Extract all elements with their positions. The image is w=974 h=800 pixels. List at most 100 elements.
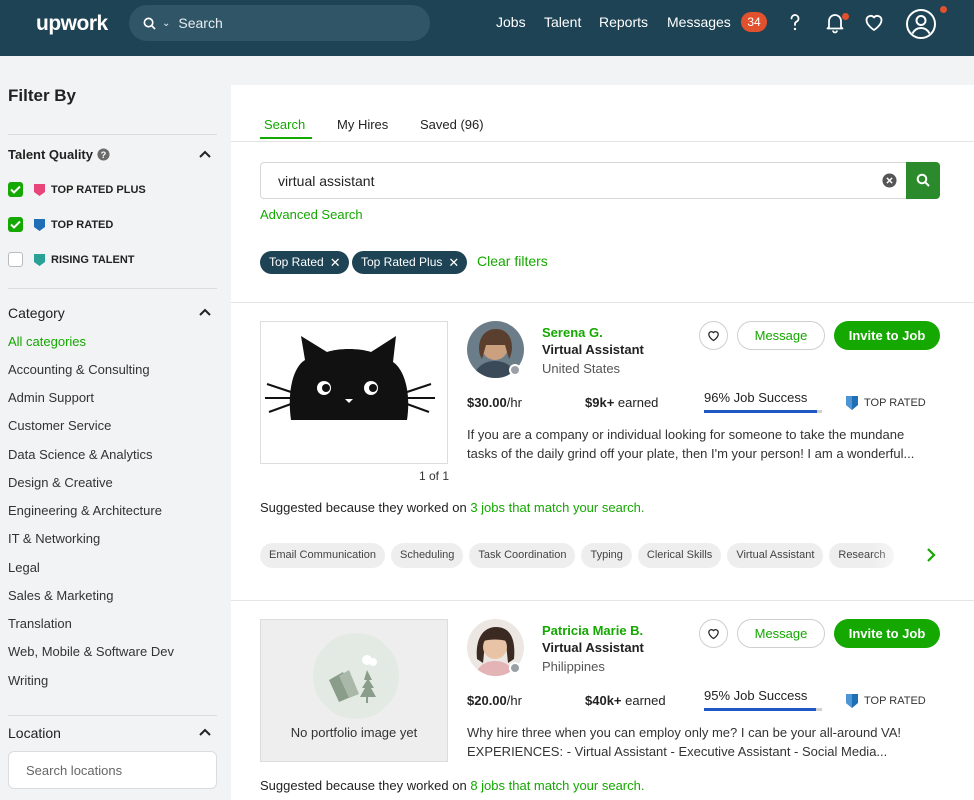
category-item[interactable]: Customer Service xyxy=(8,418,111,433)
no-portfolio-text: No portfolio image yet xyxy=(290,725,418,740)
skills-fade xyxy=(871,543,921,568)
chevron-up-icon[interactable] xyxy=(198,727,212,737)
hourly-rate: $20.00/hr xyxy=(467,693,522,708)
category-item[interactable]: Engineering & Architecture xyxy=(8,503,162,518)
suggest-prefix: Suggested because they worked on xyxy=(260,500,467,515)
freelancer-location: United States xyxy=(542,361,621,376)
freelancer-card: 1 of 1 Serena G. Virtual Assistant Unite… xyxy=(231,303,974,599)
matching-jobs-link[interactable]: 8 jobs that match your search. xyxy=(470,778,644,793)
main-panel: Search My Hires Saved (96) Advanced Sear… xyxy=(231,85,974,800)
tab-search[interactable]: Search xyxy=(264,117,305,132)
earned-label: earned xyxy=(625,693,666,708)
location-search-input[interactable] xyxy=(8,751,217,789)
earned-value: $40k+ xyxy=(585,693,622,708)
top-rated-badge-icon xyxy=(846,396,858,410)
category-item[interactable]: Admin Support xyxy=(8,390,94,405)
top-rated-badge-icon xyxy=(846,694,858,708)
job-success-score: 95% Job Success xyxy=(704,688,808,703)
top-nav-bar: upwork ⌄ Search Jobs Talent Reports Mess… xyxy=(0,0,974,56)
filter-chip-top-rated[interactable]: Top Rated ✕ xyxy=(260,251,349,274)
chevron-down-icon[interactable]: ⌄ xyxy=(162,18,170,29)
checkbox-checked-icon[interactable] xyxy=(8,182,23,197)
category-title[interactable]: Category xyxy=(8,305,65,321)
total-earned: $40k+ earned xyxy=(585,693,666,708)
chevron-up-icon[interactable] xyxy=(198,307,212,317)
suggestion-text: Suggested because they worked on 3 jobs … xyxy=(260,500,644,515)
remove-chip-icon[interactable]: ✕ xyxy=(330,251,341,274)
skill-tag[interactable]: Email Communication xyxy=(260,543,385,568)
portfolio-count: 1 of 1 xyxy=(419,469,450,483)
checkbox-unchecked-icon[interactable] xyxy=(8,252,23,267)
matching-jobs-link[interactable]: 3 jobs that match your search. xyxy=(470,500,644,515)
save-freelancer-button[interactable] xyxy=(699,321,728,350)
nav-jobs[interactable]: Jobs xyxy=(496,14,526,30)
save-freelancer-button[interactable] xyxy=(699,619,728,648)
upwork-logo[interactable]: upwork xyxy=(36,12,108,36)
freelancer-name[interactable]: Patricia Marie B. xyxy=(542,623,643,638)
category-item[interactable]: Design & Creative xyxy=(8,475,113,490)
skill-tag[interactable]: Clerical Skills xyxy=(637,543,722,568)
freelancer-title: Virtual Assistant xyxy=(542,640,644,655)
bio-line: Why hire three when you can employ only … xyxy=(467,725,902,740)
filter-top-rated-plus[interactable]: TOP RATED PLUS xyxy=(8,182,146,197)
portfolio-thumbnail[interactable] xyxy=(260,321,448,464)
category-item[interactable]: Legal xyxy=(8,560,40,575)
skills-list: Email Communication Scheduling Task Coor… xyxy=(260,543,920,568)
chevron-up-icon[interactable] xyxy=(198,149,212,159)
profile-dot xyxy=(940,6,947,13)
talent-quality-label: Talent Quality xyxy=(8,147,93,162)
total-earned: $9k+ earned xyxy=(585,395,658,410)
freelancer-card: No portfolio image yet Patricia Marie B.… xyxy=(231,601,974,800)
message-button[interactable]: Message xyxy=(737,321,825,350)
nav-reports[interactable]: Reports xyxy=(599,14,648,30)
top-rated-badge: TOP RATED xyxy=(845,395,926,411)
category-item[interactable]: Translation xyxy=(8,616,72,631)
talent-quality-title[interactable]: Talent Quality ? xyxy=(8,147,110,162)
tab-saved[interactable]: Saved (96) xyxy=(420,117,484,132)
talent-search-input[interactable] xyxy=(260,162,908,199)
remove-chip-icon[interactable]: ✕ xyxy=(448,251,459,274)
nav-messages[interactable]: Messages xyxy=(667,14,731,30)
category-item[interactable]: IT & Networking xyxy=(8,531,100,546)
checkbox-checked-icon[interactable] xyxy=(8,217,23,232)
freelancer-name[interactable]: Serena G. xyxy=(542,325,603,340)
badge-label: TOP RATED xyxy=(864,695,926,707)
help-circle-icon[interactable]: ? xyxy=(97,148,110,161)
portfolio-placeholder: No portfolio image yet xyxy=(260,619,448,762)
invite-to-job-button[interactable]: Invite to Job xyxy=(834,619,940,648)
clear-search-icon[interactable] xyxy=(882,173,897,188)
clear-filters-link[interactable]: Clear filters xyxy=(477,253,548,269)
message-button[interactable]: Message xyxy=(737,619,825,648)
rate-value: $30.00 xyxy=(467,395,507,410)
filter-rising-talent[interactable]: RISING TALENT xyxy=(8,252,135,267)
category-all[interactable]: All categories xyxy=(8,334,86,349)
user-icon[interactable] xyxy=(905,8,937,40)
category-item[interactable]: Accounting & Consulting xyxy=(8,362,150,377)
divider xyxy=(8,288,217,289)
skill-tag[interactable]: Virtual Assistant xyxy=(727,543,824,568)
bio-line: tasks of the daily grind off your plate,… xyxy=(467,446,915,461)
filter-title: Filter By xyxy=(8,86,77,105)
heart-icon[interactable] xyxy=(862,10,886,34)
filter-chip-top-rated-plus[interactable]: Top Rated Plus ✕ xyxy=(352,251,468,274)
location-title[interactable]: Location xyxy=(8,725,61,741)
help-icon[interactable] xyxy=(783,10,807,34)
nav-talent[interactable]: Talent xyxy=(544,14,581,30)
invite-to-job-button[interactable]: Invite to Job xyxy=(834,321,940,350)
filter-top-rated[interactable]: TOP RATED xyxy=(8,217,113,232)
category-item[interactable]: Web, Mobile & Software Dev xyxy=(8,644,174,659)
category-item[interactable]: Data Science & Analytics xyxy=(8,447,153,462)
category-item[interactable]: Writing xyxy=(8,673,48,688)
skill-tag[interactable]: Task Coordination xyxy=(469,543,576,568)
skill-tag[interactable]: Typing xyxy=(581,543,632,568)
job-success-fill xyxy=(704,410,818,413)
skill-tag[interactable]: Scheduling xyxy=(390,543,464,568)
advanced-search-link[interactable]: Advanced Search xyxy=(260,207,363,222)
online-status-dot xyxy=(509,364,521,376)
tab-my-hires[interactable]: My Hires xyxy=(337,117,388,132)
chevron-right-icon[interactable] xyxy=(925,548,937,562)
option-label: TOP RATED xyxy=(51,218,114,231)
category-item[interactable]: Sales & Marketing xyxy=(8,588,114,603)
search-button[interactable] xyxy=(906,162,940,199)
global-search[interactable]: ⌄ Search xyxy=(129,5,430,41)
